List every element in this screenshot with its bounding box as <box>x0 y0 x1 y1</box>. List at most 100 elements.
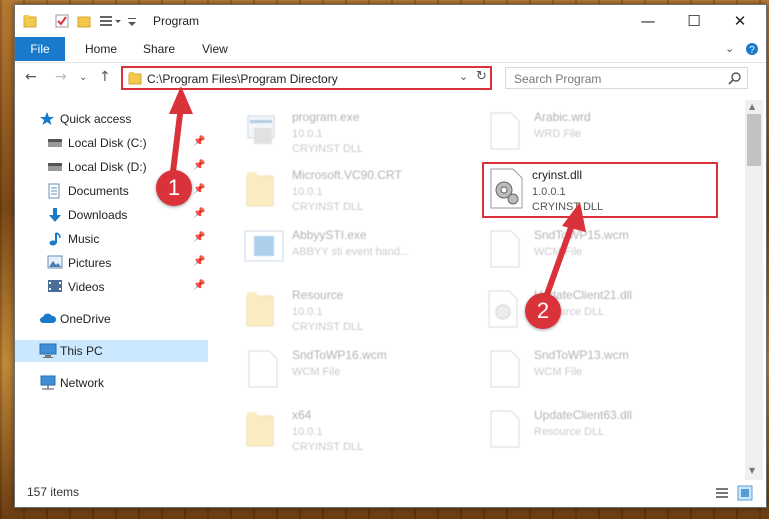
file-name: cryinst.dll <box>532 168 583 182</box>
file-item[interactable]: program.exe 10.0.1 CRYINST DLL <box>240 110 480 168</box>
sidebar-item-label: Local Disk (D:) <box>68 160 147 174</box>
file-detail: 10.0.1 <box>292 426 323 438</box>
back-button[interactable]: ← <box>25 69 37 85</box>
sidebar-item-label: Quick access <box>60 112 132 126</box>
sidebar-item-label: Documents <box>68 184 129 198</box>
tab-home[interactable]: Home <box>85 37 117 61</box>
pin-icon: 📌 <box>193 256 206 267</box>
address-bar[interactable]: C:\Program Files\Program Directory ⌄ <box>121 66 492 90</box>
file-detail: 10.0.1 <box>292 186 323 198</box>
file-name: SndToWP15.wcm <box>534 228 629 242</box>
folder-icon <box>246 170 278 211</box>
search-placeholder: Search Program <box>514 72 602 86</box>
file-item[interactable]: Microsoft.VC90.CRT 10.0.1 CRYINST DLL <box>240 168 480 226</box>
file-name: SndToWP13.wcm <box>534 348 629 362</box>
file-item[interactable]: Resource 10.0.1 CRYINST DLL <box>240 288 480 346</box>
address-dropdown-icon[interactable]: ⌄ <box>459 70 468 83</box>
sidebar-item-videos[interactable]: Videos 📌 <box>15 276 208 298</box>
file-name: UpdateClient63.dll <box>534 408 633 422</box>
sidebar-item-network[interactable]: Network <box>15 372 208 394</box>
search-input[interactable]: Search Program <box>505 67 748 89</box>
sidebar-item-label: Videos <box>68 280 105 294</box>
refresh-button[interactable]: ↻ <box>476 69 487 84</box>
scroll-up-icon[interactable]: ▲ <box>749 102 755 111</box>
file-explorer-window: Program — ☐ ✕ File Home Share View ⌄ ? ←… <box>14 4 767 508</box>
cryinst-dll-item[interactable]: cryinst.dll 1.0.0.1 CRYINST DLL <box>482 162 718 218</box>
file-detail: Resource DLL <box>534 426 605 438</box>
sidebar-item-label: Network <box>60 376 105 390</box>
vertical-scrollbar[interactable]: ▲ ▼ <box>745 100 763 480</box>
sidebar-item-this-pc[interactable]: This PC <box>15 340 208 362</box>
file-item[interactable]: Arabic.wrd WRD File <box>482 110 722 168</box>
file-detail: CRYINST DLL <box>292 201 364 213</box>
folder-icon <box>23 14 37 31</box>
expand-ribbon-icon[interactable]: ⌄ <box>725 37 734 61</box>
file-item[interactable]: AbbyySTI.exe ABBYY sti event hand... <box>240 228 480 286</box>
file-detail: 10.0.1 <box>292 128 323 140</box>
details-view-icon[interactable] <box>715 486 729 503</box>
forward-button[interactable]: → <box>55 69 67 85</box>
documents-icon <box>47 183 61 202</box>
folder-icon <box>246 290 278 331</box>
search-icon[interactable] <box>728 71 742 88</box>
customize-toolbar-icon[interactable] <box>127 14 137 31</box>
pin-icon: 📌 <box>193 160 206 171</box>
close-button[interactable]: ✕ <box>717 7 763 35</box>
computer-icon <box>39 343 57 362</box>
properties-icon[interactable] <box>55 14 69 31</box>
file-detail: 10.0.1 <box>292 306 323 318</box>
dll-gear-icon <box>490 168 524 213</box>
minimize-button[interactable]: — <box>625 7 671 35</box>
tab-share[interactable]: Share <box>143 37 175 61</box>
folder-icon <box>246 410 278 451</box>
file-detail: CRYINST DLL <box>292 143 364 155</box>
pictures-icon <box>47 255 63 272</box>
scroll-down-icon[interactable]: ▼ <box>749 466 755 475</box>
file-detail: WRD File <box>534 128 582 140</box>
star-icon <box>39 111 55 130</box>
exe-icon <box>244 230 284 267</box>
view-options-icon[interactable] <box>99 14 121 31</box>
sidebar-item-pictures[interactable]: Pictures 📌 <box>15 252 208 274</box>
sidebar-item-local-disk-c[interactable]: Local Disk (C:) 📌 <box>15 132 208 154</box>
sidebar-item-onedrive[interactable]: OneDrive <box>15 308 208 330</box>
network-icon <box>39 375 57 394</box>
step-badge-1: 1 <box>156 170 192 206</box>
dll-gear-icon <box>488 290 520 331</box>
blank-file-icon <box>248 350 278 391</box>
file-item[interactable]: SndToWP15.wcm WCM File <box>482 228 722 286</box>
tab-file[interactable]: File <box>15 37 65 61</box>
file-name: Resource <box>292 288 344 302</box>
file-item[interactable]: x64 10.0.1 CRYINST DLL <box>240 408 480 466</box>
sidebar-item-music[interactable]: Music 📌 <box>15 228 208 250</box>
cloud-icon <box>39 312 57 327</box>
file-item[interactable]: UpdateClient63.dll Resource DLL <box>482 408 722 466</box>
maximize-button[interactable]: ☐ <box>671 7 717 35</box>
tab-view[interactable]: View <box>202 37 228 61</box>
title-bar: Program — ☐ ✕ <box>15 5 766 37</box>
large-icons-view-icon[interactable] <box>737 485 753 504</box>
blank-file-icon <box>490 112 520 153</box>
sidebar-item-label: This PC <box>60 344 103 358</box>
file-name: Arabic.wrd <box>534 110 591 124</box>
file-item[interactable]: SndToWP13.wcm WCM File <box>482 348 722 406</box>
file-detail: CRYINST DLL <box>292 441 364 453</box>
help-icon[interactable]: ? <box>745 37 759 61</box>
recent-locations-icon[interactable]: ⌄ <box>79 72 87 83</box>
sidebar-item-quick-access[interactable]: Quick access <box>15 108 208 130</box>
blank-file-icon <box>490 410 520 451</box>
file-name: Microsoft.VC90.CRT <box>292 168 402 182</box>
sidebar-item-label: Music <box>68 232 100 246</box>
drive-icon <box>47 161 63 176</box>
file-list: program.exe 10.0.1 CRYINST DLL Arabic.wr… <box>220 100 745 480</box>
sidebar-item-downloads[interactable]: Downloads 📌 <box>15 204 208 226</box>
sidebar-item-label: Downloads <box>68 208 128 222</box>
new-folder-icon[interactable] <box>77 14 91 31</box>
file-item[interactable]: SndToWP16.wcm WCM File <box>240 348 480 406</box>
up-button[interactable]: ↑ <box>99 69 111 85</box>
pin-icon: 📌 <box>193 136 206 147</box>
scrollbar-thumb[interactable] <box>747 114 761 166</box>
file-name: x64 <box>292 408 312 422</box>
file-item[interactable]: UpdateClient21.dll Resource DLL <box>482 288 722 346</box>
blank-file-icon <box>490 350 520 391</box>
